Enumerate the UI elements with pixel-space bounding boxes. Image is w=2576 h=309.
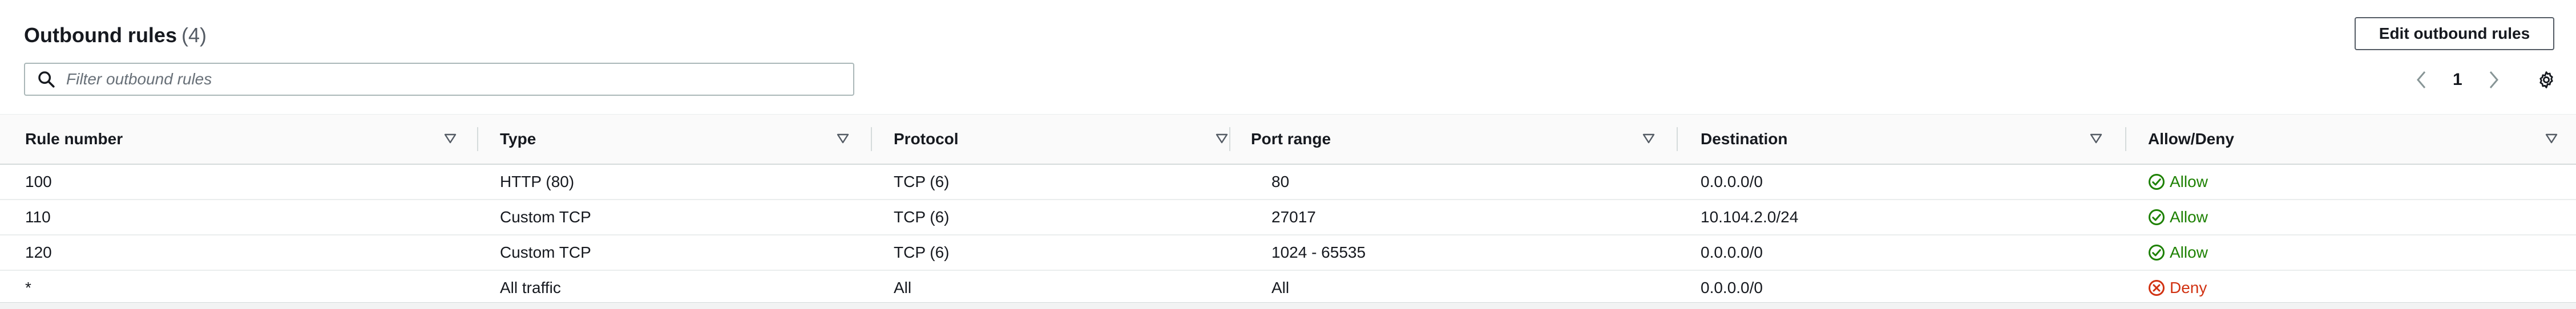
cell-rule-number: 100 (25, 173, 52, 190)
column-divider[interactable] (1229, 127, 1230, 151)
sort-caret-icon[interactable] (1216, 133, 1228, 144)
column-header-destination[interactable]: Destination (1701, 115, 2111, 164)
sort-caret-icon[interactable] (2545, 133, 2558, 144)
check-circle-icon (2149, 174, 2165, 190)
cell-allow-deny: Deny (2148, 271, 2207, 305)
column-header-protocol[interactable]: Protocol (894, 115, 1236, 164)
chevron-right-icon (2489, 71, 2498, 88)
cell-destination: 0.0.0.0/0 (1701, 279, 1763, 296)
cell-allow-deny: Allow (2148, 200, 2208, 234)
cell-type: Custom TCP (500, 243, 591, 261)
gear-icon (2539, 71, 2553, 88)
cell-port-range: 80 (1271, 173, 1290, 190)
column-label: Destination (1701, 130, 1788, 148)
cell-protocol: TCP (6) (894, 173, 950, 190)
cell-port-range: 27017 (1271, 208, 1316, 226)
cell-destination: 10.104.2.0/24 (1701, 208, 1799, 226)
chevron-left-icon (2417, 71, 2426, 88)
column-header-type[interactable]: Type (500, 115, 854, 164)
table-row[interactable]: * All traffic All All 0.0.0.0/0 Deny (0, 271, 2576, 305)
column-divider[interactable] (477, 127, 478, 151)
status-label: Deny (2170, 279, 2207, 296)
column-label: Protocol (894, 130, 959, 148)
column-divider[interactable] (2125, 127, 2126, 151)
rule-count: (4) (181, 23, 207, 47)
column-header-port-range[interactable]: Port range (1251, 115, 1662, 164)
outbound-rules-table: Rule number Type Protocol Port range Des… (0, 114, 2576, 305)
table-settings-button[interactable] (2534, 67, 2559, 92)
cell-type: Custom TCP (500, 208, 591, 226)
check-circle-icon (2149, 209, 2165, 225)
edit-outbound-rules-button[interactable]: Edit outbound rules (2355, 17, 2554, 50)
panel-header: Outbound rules(4) Edit outbound rules 1 (0, 0, 2576, 114)
status-label: Allow (2170, 173, 2208, 190)
column-header-allow-deny[interactable]: Allow/Deny (2148, 115, 2559, 164)
outbound-rules-panel: Outbound rules(4) Edit outbound rules 1 (0, 0, 2576, 303)
table-row[interactable]: 110 Custom TCP TCP (6) 27017 10.104.2.0/… (0, 200, 2576, 235)
filter-input[interactable] (65, 70, 809, 89)
cell-protocol: TCP (6) (894, 208, 950, 226)
table-header-row: Rule number Type Protocol Port range Des… (0, 114, 2576, 165)
table-row[interactable]: 100 HTTP (80) TCP (6) 80 0.0.0.0/0 Allow (0, 165, 2576, 200)
column-divider[interactable] (1677, 127, 1678, 151)
previous-page-button[interactable] (2412, 67, 2431, 92)
cell-port-range: 1024 - 65535 (1271, 243, 1366, 261)
column-label: Type (500, 130, 536, 148)
filter-box[interactable] (24, 63, 854, 96)
column-label: Port range (1251, 130, 1331, 148)
sort-caret-icon[interactable] (837, 133, 849, 144)
status-label: Allow (2170, 243, 2208, 261)
next-page-button[interactable] (2484, 67, 2504, 92)
pagination: 1 (2412, 67, 2504, 92)
page-title: Outbound rules (4) (24, 22, 207, 49)
table-row[interactable]: 120 Custom TCP TCP (6) 1024 - 65535 0.0.… (0, 235, 2576, 271)
title-text: Outbound rules (24, 23, 177, 47)
x-circle-icon (2149, 280, 2165, 296)
sort-caret-icon[interactable] (444, 133, 457, 144)
current-page-number[interactable]: 1 (2453, 70, 2462, 90)
column-label: Allow/Deny (2148, 130, 2234, 148)
column-header-rule-number[interactable]: Rule number (25, 115, 459, 164)
cell-protocol: All (894, 279, 912, 296)
sort-caret-icon[interactable] (2090, 133, 2102, 144)
cell-rule-number: 120 (25, 243, 52, 261)
cell-destination: 0.0.0.0/0 (1701, 243, 1763, 261)
cell-type: HTTP (80) (500, 173, 575, 190)
column-label: Rule number (25, 130, 123, 148)
column-divider[interactable] (871, 127, 872, 151)
cell-protocol: TCP (6) (894, 243, 950, 261)
cell-rule-number: * (25, 279, 31, 296)
sort-caret-icon[interactable] (1642, 133, 1655, 144)
cell-allow-deny: Allow (2148, 165, 2208, 199)
cell-port-range: All (1271, 279, 1290, 296)
search-icon (38, 71, 55, 88)
cell-rule-number: 110 (25, 208, 51, 226)
cell-allow-deny: Allow (2148, 235, 2208, 270)
check-circle-icon (2149, 245, 2165, 261)
cell-type: All traffic (500, 279, 561, 296)
status-label: Allow (2170, 208, 2208, 226)
cell-destination: 0.0.0.0/0 (1701, 173, 1763, 190)
